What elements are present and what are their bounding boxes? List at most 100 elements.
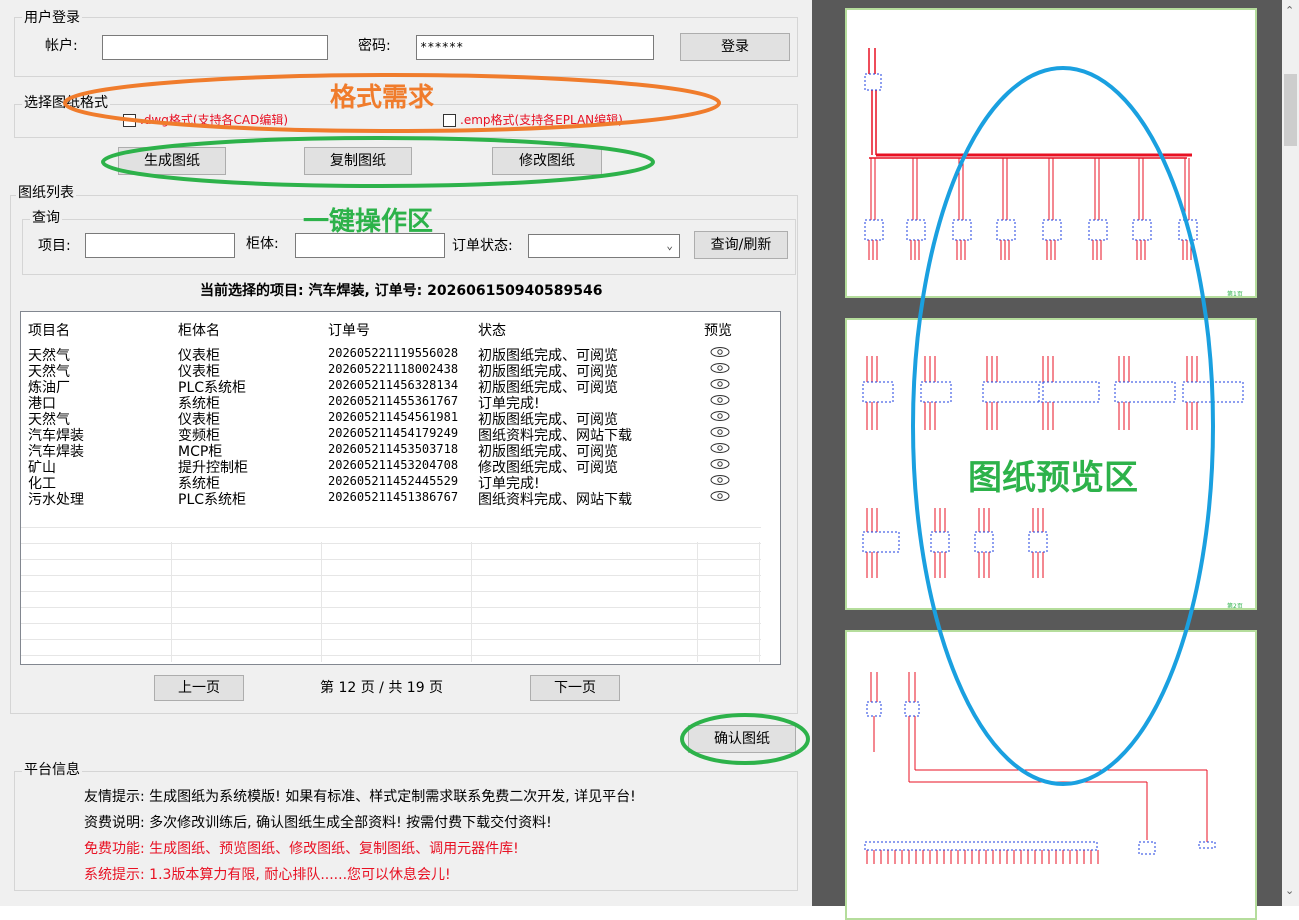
table-column-line (321, 542, 322, 662)
table-column-line (697, 542, 698, 662)
order-status-label: 订单状态: (452, 238, 513, 254)
dwg-checkbox[interactable] (123, 114, 136, 127)
eye-icon[interactable] (709, 394, 731, 410)
table-cell-order: 202605211452445529 (328, 474, 459, 488)
col-header-status[interactable]: 状态 (478, 320, 506, 340)
table-empty-row (21, 639, 761, 640)
project-label: 项目: (38, 238, 71, 254)
platform-fee-line: 资费说明: 多次修改训练后, 确认图纸生成全部资料! 按需付费下载交付资料! (84, 815, 552, 831)
table-empty-row (21, 527, 761, 528)
table-cell-order: 202605211455361767 (328, 394, 459, 408)
table-cell-status: 图纸资料完成、网站下载 (478, 492, 632, 508)
account-input[interactable] (102, 35, 328, 60)
eye-icon[interactable] (709, 346, 731, 362)
login-button[interactable]: 登录 (680, 33, 790, 61)
table-row[interactable]: 汽车焊装 变频柜 202605211454179249 图纸资料完成、网站下载 (21, 425, 761, 444)
eye-icon[interactable] (709, 474, 731, 490)
eye-icon[interactable] (709, 362, 731, 378)
eye-icon[interactable] (709, 378, 731, 394)
table-row[interactable]: 天然气 仪表柜 202605221118002438 初版图纸完成、可阅览 (21, 361, 761, 380)
query-group-title: 查询 (30, 210, 62, 226)
query-refresh-button[interactable]: 查询/刷新 (694, 231, 788, 259)
account-label: 帐户: (45, 38, 78, 54)
table-cell-order: 202605221119556028 (328, 346, 459, 360)
emp-option-label[interactable]: .emp格式(支持各EPLAN编辑) (460, 111, 623, 129)
col-header-project[interactable]: 项目名 (28, 320, 70, 340)
table-empty-row (21, 655, 761, 656)
drawing-table: 项目名 柜体名 订单号 状态 预览 天然气 仪表柜 2026052211195560… (20, 311, 781, 665)
table-empty-row (21, 591, 761, 592)
col-header-order[interactable]: 订单号 (328, 320, 370, 340)
table-cell-cabinet: PLC系统柜 (178, 492, 247, 508)
prev-page-button[interactable]: 上一页 (154, 675, 244, 701)
table-row[interactable]: 汽车焊装 MCP柜 202605211453503718 初版图纸完成、可阅览 (21, 441, 761, 460)
table-empty-row (21, 575, 761, 576)
table-empty-row (21, 607, 761, 608)
modify-drawing-button[interactable]: 修改图纸 (492, 147, 602, 175)
eye-icon[interactable] (709, 426, 731, 442)
format-group-title: 选择图纸格式 (22, 95, 110, 111)
table-cell-order: 202605211456328134 (328, 378, 459, 392)
scroll-down-icon[interactable]: ⌄ (1285, 884, 1294, 897)
eye-icon[interactable] (709, 410, 731, 426)
svg-text:第2页: 第2页 (1227, 602, 1243, 610)
table-row[interactable]: 港口 系统柜 202605211455361767 订单完成! (21, 393, 761, 412)
platform-tip-line: 友情提示: 生成图纸为系统模版! 如果有标准、样式定制需求联系免费二次开发, 详… (84, 789, 636, 805)
emp-checkbox[interactable] (443, 114, 456, 127)
svg-text:第1页: 第1页 (1227, 290, 1243, 298)
preview-scrollbar[interactable]: ⌃ ⌄ (1282, 0, 1299, 906)
platform-system-line: 系统提示: 1.3版本算力有限, 耐心排队......您可以休息会儿! (84, 867, 451, 883)
table-cell-order: 202605211453503718 (328, 442, 459, 456)
col-header-cabinet[interactable]: 柜体名 (178, 320, 220, 340)
current-selection-text: 当前选择的项目: 汽车焊装, 订单号: 202606150940589546 (200, 283, 603, 299)
table-cell-order: 202605211454561981 (328, 410, 459, 424)
table-header: 项目名 柜体名 订单号 状态 预览 (21, 320, 761, 342)
password-label: 密码: (358, 38, 391, 54)
scroll-thumb[interactable] (1284, 74, 1297, 146)
generate-drawing-button[interactable]: 生成图纸 (118, 147, 226, 175)
chevron-down-icon[interactable]: ⌄ (666, 235, 673, 257)
scroll-up-icon[interactable]: ⌃ (1285, 4, 1294, 17)
drawing-sheet-3-schematic (864, 672, 1216, 864)
drawing-sheet-1-schematic: 第1页 (864, 48, 1243, 298)
page-info-text: 第 12 页 / 共 19 页 (320, 680, 444, 696)
dwg-option-label[interactable]: .dwg格式(支持各CAD编辑) (140, 111, 288, 129)
table-row[interactable]: 炼油厂 PLC系统柜 202605211456328134 初版图纸完成、可阅览 (21, 377, 761, 396)
table-row[interactable]: 天然气 仪表柜 202605221119556028 初版图纸完成、可阅览 (21, 345, 761, 364)
format-demand-annotation: 格式需求 (330, 83, 435, 113)
table-row[interactable]: 污水处理 PLC系统柜 202605211451386767 图纸资料完成、网站下载 (21, 489, 761, 508)
eye-icon[interactable] (709, 458, 731, 474)
one-click-area-annotation: 一键操作区 (303, 207, 434, 237)
copy-drawing-button[interactable]: 复制图纸 (304, 147, 412, 175)
login-group-title: 用户登录 (22, 10, 82, 26)
platform-info-title: 平台信息 (22, 762, 82, 778)
table-row[interactable]: 化工 系统柜 202605211452445529 订单完成! (21, 473, 761, 492)
order-status-select[interactable]: ⌄ (528, 234, 680, 258)
project-input[interactable] (85, 233, 235, 258)
drawing-sheet-1[interactable]: 第1页 (845, 8, 1257, 298)
table-row[interactable]: 天然气 仪表柜 202605211454561981 初版图纸完成、可阅览 (21, 409, 761, 428)
left-panel: 用户登录 帐户: 密码: ****** 登录 选择图纸格式 .dwg格式(支持各… (0, 0, 812, 906)
table-cell-project: 污水处理 (28, 492, 84, 508)
platform-free-line: 免费功能: 生成图纸、预览图纸、修改图纸、复制图纸、调用元器件库! (84, 841, 519, 857)
drawing-list-title: 图纸列表 (16, 185, 76, 201)
table-empty-row (21, 543, 761, 544)
drawing-sheet-3[interactable] (845, 630, 1257, 920)
password-input[interactable]: ****** (416, 35, 654, 60)
table-empty-row (21, 559, 761, 560)
confirm-drawing-button[interactable]: 确认图纸 (688, 725, 796, 753)
table-cell-order: 202605211453204708 (328, 458, 459, 472)
preview-area-annotation: 图纸预览区 (968, 458, 1138, 498)
eye-icon[interactable] (709, 442, 731, 458)
col-header-preview[interactable]: 预览 (704, 320, 732, 340)
table-cell-order: 202605221118002438 (328, 362, 459, 376)
table-column-line (471, 542, 472, 662)
table-column-line (171, 542, 172, 662)
table-empty-row (21, 623, 761, 624)
table-row[interactable]: 矿山 提升控制柜 202605211453204708 修改图纸完成、可阅览 (21, 457, 761, 476)
table-cell-order: 202605211451386767 (328, 490, 459, 504)
next-page-button[interactable]: 下一页 (530, 675, 620, 701)
eye-icon[interactable] (709, 490, 731, 506)
table-cell-order: 202605211454179249 (328, 426, 459, 440)
cabinet-label: 柜体: (246, 236, 279, 252)
